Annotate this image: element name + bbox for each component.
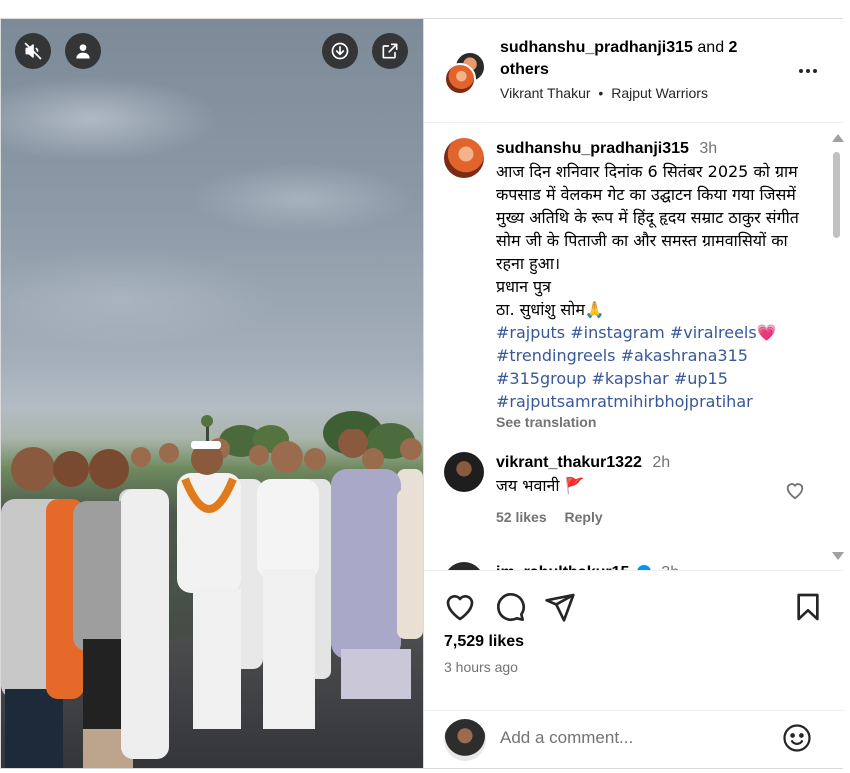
scroll-up-arrow-icon[interactable]	[832, 134, 844, 142]
hashtag-link[interactable]: #instagram	[570, 323, 665, 342]
more-dots-icon	[813, 69, 817, 73]
caption-body: sudhanshu_pradhanji315 3h आज दिन शनिवार …	[496, 138, 814, 432]
hashtag-link[interactable]: #kapshar	[592, 369, 669, 388]
comment-time[interactable]: 2h	[652, 454, 670, 471]
audio-link[interactable]: Rajput Warriors	[611, 85, 708, 101]
share-send-icon[interactable]	[544, 591, 576, 623]
hashtag-list: #rajputs #instagram #viralreels💗 #trendi…	[496, 321, 814, 413]
scroll-down-arrow-icon[interactable]	[832, 552, 844, 560]
comment-meta: 52 likes Reply	[496, 509, 814, 525]
comments-list[interactable]: sudhanshu_pradhanji315 3h आज दिन शनिवार …	[424, 124, 828, 570]
more-dots-icon	[799, 69, 803, 73]
post-dialog: sudhanshu_pradhanji315 and 2 others Vikr…	[0, 18, 844, 769]
tagged-people-button[interactable]	[65, 33, 101, 69]
speaker-muted-icon	[24, 42, 42, 60]
comment-bubble-icon[interactable]	[494, 591, 526, 623]
more-options-button[interactable]	[794, 59, 822, 83]
post-details-panel: sudhanshu_pradhanji315 and 2 others Vikr…	[423, 19, 844, 768]
comment-body: vikrant_thakur1322 2h जय भवानी 🚩 52 like…	[496, 452, 814, 525]
collaborator-link[interactable]: Vikrant Thakur	[500, 85, 591, 101]
external-link-icon	[382, 43, 398, 59]
avatar[interactable]	[444, 452, 484, 492]
comment-composer	[424, 710, 844, 768]
collab-avatars[interactable]	[444, 51, 486, 95]
post-header: sudhanshu_pradhanji315 and 2 others Vikr…	[424, 19, 844, 123]
emoji-smiley-icon[interactable]	[782, 723, 812, 753]
comment-input[interactable]	[500, 723, 770, 753]
crowd-of-people	[1, 429, 423, 768]
comment-author[interactable]: vikrant_thakur1322	[496, 454, 642, 471]
mute-button[interactable]	[15, 33, 51, 69]
and-text: and	[697, 39, 725, 56]
comment-body: im_rahulthakur15 3h	[496, 562, 814, 570]
download-icon	[331, 42, 349, 60]
hashtag-link[interactable]: #viralreels💗	[670, 323, 777, 342]
sky	[1, 19, 423, 379]
save-bookmark-icon[interactable]	[792, 591, 824, 623]
caption-time[interactable]: 3h	[699, 140, 717, 157]
avatar[interactable]	[444, 63, 476, 95]
reply-button[interactable]: Reply	[565, 509, 603, 525]
post-video[interactable]	[1, 19, 423, 768]
post-actions: 7,529 likes 3 hours ago	[424, 570, 844, 710]
post-authors: sudhanshu_pradhanji315 and 2 others	[500, 37, 780, 81]
more-dots-icon	[806, 69, 810, 73]
post-subtitle: Vikrant Thakur • Rajput Warriors	[500, 85, 708, 101]
person-icon	[76, 44, 90, 59]
author-link[interactable]: sudhanshu_pradhanji315	[500, 39, 693, 56]
like-heart-icon[interactable]	[444, 591, 476, 623]
download-button[interactable]	[322, 33, 358, 69]
like-comment-icon[interactable]	[784, 480, 806, 500]
hashtag-link[interactable]: #up15	[674, 369, 728, 388]
scroll-thumb[interactable]	[833, 152, 840, 238]
avatar[interactable]	[444, 562, 484, 570]
hashtag-link[interactable]: #akashrana315	[621, 346, 748, 365]
open-external-button[interactable]	[372, 33, 408, 69]
hashtag-link[interactable]: #rajputs	[496, 323, 565, 342]
comment-likes-link[interactable]: 52 likes	[496, 509, 547, 525]
like-count[interactable]: 7,529 likes	[444, 633, 524, 651]
post-timestamp[interactable]: 3 hours ago	[444, 659, 518, 675]
caption-text: आज दिन शनिवार दिनांक 6 सितंबर 2025 को ग्…	[496, 162, 799, 319]
comments-scrollbar[interactable]	[828, 124, 844, 570]
see-translation-link[interactable]: See translation	[496, 414, 596, 430]
bullet-separator: •	[598, 85, 604, 101]
hashtag-link[interactable]: #trendingreels	[496, 346, 615, 365]
avatar[interactable]	[444, 719, 486, 761]
avatar[interactable]	[444, 138, 484, 178]
hashtag-link[interactable]: #315group	[496, 369, 586, 388]
hashtag-link[interactable]: #rajputsamratmihirbhojpratihar	[496, 392, 753, 411]
comment-text: जय भवानी 🚩	[496, 476, 585, 495]
caption-author[interactable]: sudhanshu_pradhanji315	[496, 140, 689, 157]
